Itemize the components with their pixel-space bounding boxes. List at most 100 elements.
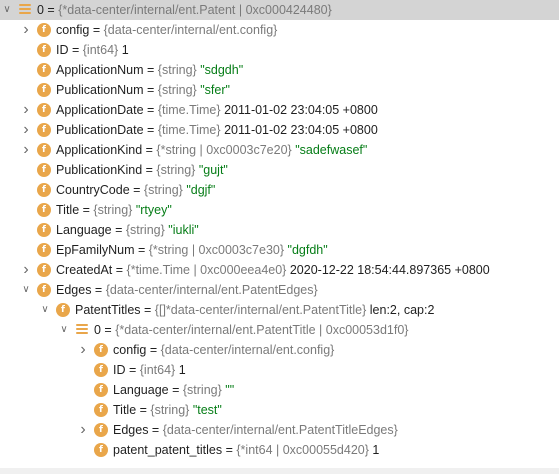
chevron-right-icon[interactable]: › (77, 420, 89, 440)
field-icon: f (37, 223, 51, 237)
field-icon: f (37, 23, 51, 37)
variable-type: {string} (93, 203, 133, 217)
tree-row[interactable]: f PublicationNum = {string} "sfer" (0, 80, 559, 100)
tree-row[interactable]: ∨ 0 = {*data-center/internal/ent.PatentTi… (0, 320, 559, 340)
equals-sign: = (142, 143, 157, 157)
variable-name: Language (56, 223, 112, 237)
tree-row[interactable]: › f ApplicationDate = {time.Time} 2011-01-… (0, 100, 559, 120)
chevron-right-icon[interactable]: › (20, 20, 32, 40)
variable-type: {data-center/internal/ent.config} (103, 23, 278, 37)
variable-name: Language (113, 383, 169, 397)
variable-value: 1 (178, 363, 186, 377)
tree-row[interactable]: f Title = {string} "test" (0, 400, 559, 420)
variable-name: Edges (113, 423, 149, 437)
row-text: EpFamilyNum = {*string | 0xc0003c7e30} "… (56, 240, 328, 260)
equals-sign: = (91, 283, 106, 297)
equals-sign: = (140, 303, 155, 317)
tree-row[interactable]: › f config = {data-center/internal/ent.con… (0, 340, 559, 360)
variable-name: CountryCode (56, 183, 130, 197)
variable-type: {*time.Time | 0xc000eea4e0} (126, 263, 287, 277)
tree-row[interactable]: › f ApplicationKind = {*string | 0xc0003c7… (0, 140, 559, 160)
tree-row[interactable]: ∨ f PatentTitles = {[]*data-center/interna… (0, 300, 559, 320)
tree-row[interactable]: ∨ 0 = {*data-center/internal/ent.Patent |… (0, 0, 559, 20)
variable-name: Edges (56, 283, 92, 297)
variable-value: 2011-01-02 23:04:05 +0800 (224, 123, 378, 137)
chevron-down-icon[interactable]: ∨ (58, 320, 70, 340)
equals-sign: = (222, 443, 237, 457)
variable-name: PublicationNum (56, 83, 144, 97)
tree-row[interactable]: › f PublicationDate = {time.Time} 2011-01-… (0, 120, 559, 140)
tree-row[interactable]: f ID = {int64} 1 (0, 360, 559, 380)
row-text: ID = {int64} 1 (113, 360, 186, 380)
field-icon: f (94, 343, 108, 357)
equals-sign: = (146, 343, 161, 357)
variable-type: {*string | 0xc0003c7e20} (156, 143, 292, 157)
variable-type: {*data-center/internal/ent.Patent | 0xc0… (58, 3, 332, 17)
variable-value: 2011-01-02 23:04:05 +0800 (224, 103, 378, 117)
tree-row[interactable]: › f config = {data-center/internal/ent.con… (0, 20, 559, 40)
chevron-right-icon[interactable]: › (20, 100, 32, 120)
chevron-right-icon[interactable]: › (77, 340, 89, 360)
field-icon: f (37, 263, 51, 277)
chevron-down-icon[interactable]: ∨ (39, 300, 51, 320)
tree-row[interactable]: f Title = {string} "rtyey" (0, 200, 559, 220)
variable-type: {[]*data-center/internal/ent.PatentTitle… (154, 303, 367, 317)
tree-row[interactable]: f CountryCode = {string} "dgjf" (0, 180, 559, 200)
tree-row[interactable]: f ID = {int64} 1 (0, 40, 559, 60)
field-icon: f (37, 183, 51, 197)
chevron-right-icon[interactable]: › (20, 260, 32, 280)
field-icon: f (56, 303, 70, 317)
tree-row[interactable]: f PublicationKind = {string} "gujt" (0, 160, 559, 180)
variable-name: patent_patent_titles (113, 443, 223, 457)
variable-type: {string} (157, 83, 197, 97)
row-text: PublicationKind = {string} "gujt" (56, 160, 228, 180)
variable-name: 0 (94, 323, 101, 337)
variable-value: "sadefwasef" (295, 143, 368, 157)
chevron-right-icon[interactable]: › (20, 140, 32, 160)
chevron-down-icon[interactable]: ∨ (1, 0, 13, 20)
variable-type: {data-center/internal/ent.config} (160, 343, 335, 357)
variable-name: ApplicationDate (56, 103, 144, 117)
tree-row[interactable]: ∨ f Edges = {data-center/internal/ent.Pate… (0, 280, 559, 300)
variable-name: PublicationKind (56, 163, 143, 177)
tree-row[interactable]: › f CreatedAt = {*time.Time | 0xc000eea4e0… (0, 260, 559, 280)
variable-value: len:2, cap:2 (369, 303, 435, 317)
row-text: Language = {string} "" (113, 380, 234, 400)
field-icon: f (94, 423, 108, 437)
tree-row[interactable]: f EpFamilyNum = {*string | 0xc0003c7e30} … (0, 240, 559, 260)
variables-tree: ∨ 0 = {*data-center/internal/ent.Patent |… (0, 0, 559, 460)
row-text: Title = {string} "rtyey" (56, 200, 172, 220)
variable-name: ApplicationNum (56, 63, 144, 77)
row-text: Edges = {data-center/internal/ent.Patent… (113, 420, 398, 440)
equals-sign: = (89, 23, 104, 37)
chevron-right-icon[interactable]: › (20, 120, 32, 140)
equals-sign: = (136, 403, 151, 417)
variable-type: {string} (125, 223, 165, 237)
chevron-down-icon[interactable]: ∨ (20, 280, 32, 300)
variable-name: PublicationDate (56, 123, 144, 137)
tree-row[interactable]: f Language = {string} "iukli" (0, 220, 559, 240)
tree-row[interactable]: f Language = {string} "" (0, 380, 559, 400)
field-icon: f (94, 363, 108, 377)
field-icon: f (37, 103, 51, 117)
field-icon: f (37, 163, 51, 177)
tree-row[interactable]: › f Edges = {data-center/internal/ent.Pate… (0, 420, 559, 440)
equals-sign: = (148, 423, 163, 437)
variable-type: {string} (156, 163, 196, 177)
equals-sign: = (143, 63, 158, 77)
variable-type: {string} (157, 63, 197, 77)
variable-value: "dgjf" (186, 183, 216, 197)
variable-value: "rtyey" (135, 203, 172, 217)
variable-name: config (113, 343, 147, 357)
horizontal-scrollbar[interactable] (0, 468, 559, 474)
equals-sign: = (68, 43, 83, 57)
variable-type: {data-center/internal/ent.PatentEdges} (105, 283, 318, 297)
tree-row[interactable]: f ApplicationNum = {string} "sdgdh" (0, 60, 559, 80)
variable-type: {int64} (82, 43, 119, 57)
equals-sign: = (168, 383, 183, 397)
row-text: PublicationNum = {string} "sfer" (56, 80, 230, 100)
variable-type: {time.Time} (157, 103, 221, 117)
tree-row[interactable]: f patent_patent_titles = {*int64 | 0xc000… (0, 440, 559, 460)
equals-sign: = (143, 123, 158, 137)
variable-value: "sdgdh" (200, 63, 244, 77)
